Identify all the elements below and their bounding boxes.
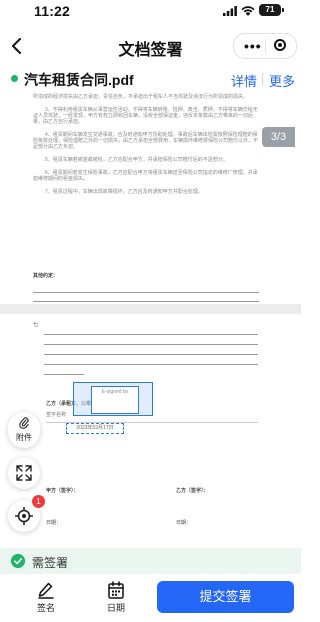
pending-count-badge: 1 — [32, 495, 45, 508]
link-divider — [262, 73, 263, 85]
blank-line — [33, 292, 259, 293]
contract-clauses: 所造成的经济损失由乙方承担，责任自负，不承担出于租车人不当驾驶及违法行为所造成的… — [33, 94, 261, 202]
date-label-a: 日期： — [46, 520, 62, 526]
blank-line — [44, 364, 258, 365]
need-sign-label: 需签署 — [32, 556, 69, 570]
signature-text: E-signed by — [101, 389, 129, 395]
blank-line — [33, 301, 259, 302]
close-miniapp-icon[interactable] — [274, 39, 286, 51]
clause-paragraph: 3、不得利用租赁车辆从事营运性活动，不得将车辆转租、抵押、典当、质押，不得将车辆… — [33, 107, 258, 125]
capsule-divider — [265, 39, 266, 53]
blank-line — [44, 354, 258, 355]
detail-link[interactable]: 详情 — [231, 71, 257, 90]
calendar-icon — [108, 581, 124, 599]
more-dots-icon[interactable]: ••• — [244, 39, 262, 53]
need-sign-bar: 需签署 — [0, 548, 301, 574]
party-a-sign-label: 甲方（签字）： — [46, 488, 79, 494]
file-name: 汽车租赁合同.pdf — [24, 72, 134, 88]
check-circle-icon — [11, 554, 25, 568]
submit-sign-button[interactable]: 提交签署 — [157, 581, 294, 613]
sign-tool-button[interactable]: 签名 — [26, 581, 66, 614]
party-b-signer-name: 签字名称 — [46, 412, 67, 418]
sign-tool-label: 签名 — [36, 603, 55, 613]
miniapp-capsule: ••• — [233, 33, 297, 59]
battery-indicator: 71 — [259, 4, 284, 16]
party-b-sign-label: 乙方（签字）： — [176, 488, 209, 494]
paperclip-icon — [19, 417, 29, 429]
document-page-3: 七 乙方（承租方、公章盖章）： 签字名称 甲方（签字）： 乙方（签字）： 日期：… — [0, 314, 301, 548]
pen-icon — [38, 582, 54, 599]
file-status-dot — [11, 75, 18, 82]
clause-paragraph: 4、租赁期间车辆发生交通事故，应及时通知甲方协助处理。事故后车辆出险需按照保险理… — [33, 132, 259, 150]
attachment-label: 附件 — [16, 433, 32, 442]
document-page-2: 所造成的经济损失由乙方承担，责任自负，不承担出于租车人不当驾驶及违法行为所造成的… — [0, 92, 301, 304]
page-indicator: 3/3 — [262, 127, 295, 147]
other-terms-label: 其他约定： — [33, 273, 59, 279]
date-label-b: 日期： — [176, 520, 192, 526]
blank-line — [44, 344, 258, 345]
cellular-signal-icon — [223, 6, 237, 16]
page-mark: 七 — [33, 322, 39, 328]
signature-stamp[interactable]: E-signed by — [91, 386, 139, 414]
clause-paragraph: 6、租赁期间若发生保险事故，乙方应配合甲方将租赁车辆送至保险公司指定的维修厂修理… — [33, 170, 258, 182]
fullscreen-button[interactable] — [8, 457, 40, 489]
date-tool-button[interactable]: 日期 — [96, 581, 136, 614]
attachment-button[interactable]: 附件 — [8, 412, 40, 448]
signature-field[interactable]: E-signed by — [73, 382, 153, 416]
clause-paragraph: 7、租赁过程中，车辆出现故障损坏，乙方应及时通知甲方并配合处理。 — [45, 189, 203, 195]
status-time: 11:22 — [34, 3, 71, 19]
blank-line — [44, 374, 84, 375]
document-viewer[interactable]: 所造成的经济损失由乙方承担，责任自负，不承担出于租车人不当驾驶及违法行为所造成的… — [0, 92, 301, 548]
date-tool-label: 日期 — [106, 603, 125, 613]
more-link[interactable]: 更多 — [269, 71, 295, 90]
clause-paragraph: 5、租赁车辆若被盗或被抢，乙方应配合甲方，并承担保险公司赔付后的不足部分。 — [45, 157, 228, 163]
clause-paragraph: 所造成的经济损失由乙方承担，责任自负，不承担出于租车人不当驾驶及违法行为所造成的… — [33, 94, 249, 100]
bottom-toolbar: 签名 日期 提交签署 — [0, 574, 301, 622]
date-field[interactable]: 2023年03月17日 — [66, 423, 124, 434]
wifi-icon — [241, 6, 255, 16]
expand-icon — [16, 465, 32, 481]
crosshair-icon — [15, 507, 33, 525]
status-bar: 11:22 71 — [0, 0, 301, 22]
file-header: 汽车租赁合同.pdf 详情 更多 — [0, 66, 301, 92]
blank-line — [44, 334, 258, 335]
